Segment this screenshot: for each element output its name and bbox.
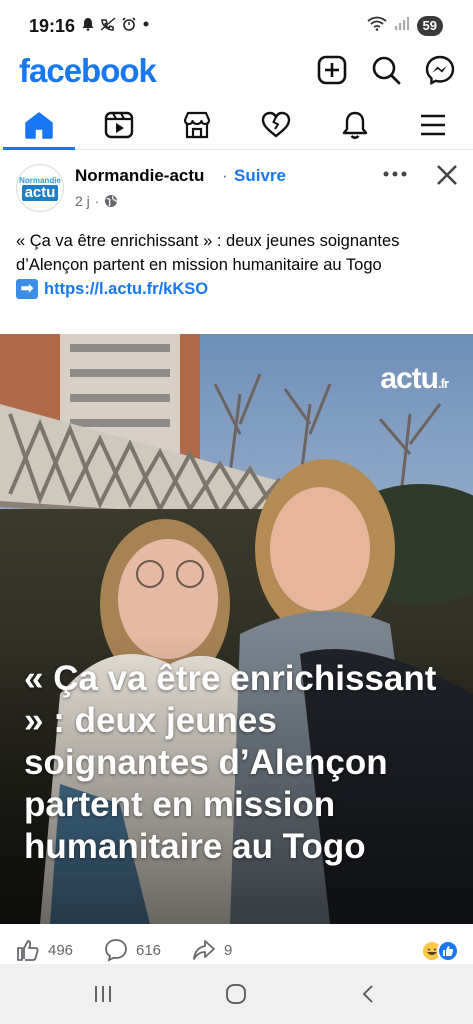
comment-button[interactable]: 616: [104, 938, 161, 962]
comment-count: 616: [136, 941, 162, 959]
post-header: Normandie actu Normandie-actu · Suivre 2…: [0, 158, 473, 220]
like-button[interactable]: 496: [16, 938, 73, 962]
avatar-label-bottom: actu: [21, 184, 59, 201]
search-icon: [372, 56, 401, 85]
status-time: 19:16: [29, 16, 76, 36]
search-button[interactable]: [370, 54, 402, 86]
hide-post-button[interactable]: [432, 160, 462, 190]
post-time[interactable]: 2 j: [75, 193, 90, 209]
thumbs-up-icon: [17, 940, 39, 961]
back-icon: [362, 985, 373, 1003]
page-name[interactable]: Normandie-actu: [75, 166, 204, 186]
post-caption: « Ça va être enrichissant » : deux jeune…: [16, 232, 400, 274]
tab-notifications[interactable]: [325, 102, 385, 148]
follow-button[interactable]: Suivre: [234, 166, 286, 186]
tab-menu[interactable]: [403, 102, 463, 148]
post-image[interactable]: actu.fr « Ça va être enrichissant » : de…: [0, 334, 473, 924]
video-icon: [104, 111, 134, 139]
post-text: « Ça va être enrichissant » : deux jeune…: [16, 229, 456, 301]
like-reaction-icon: [437, 940, 459, 962]
arrow-right-icon: ➡: [16, 279, 38, 299]
facebook-logo: facebook: [19, 52, 157, 89]
tab-dating[interactable]: [246, 102, 306, 148]
home-circle-icon: [226, 984, 246, 1004]
post-meta-separator: ·: [94, 193, 100, 209]
more-options-button[interactable]: [380, 162, 410, 186]
image-watermark: actu.fr: [380, 362, 449, 395]
create-post-button[interactable]: [316, 54, 348, 86]
comment-icon: [105, 939, 127, 962]
messenger-icon: [425, 55, 455, 85]
messenger-button[interactable]: [424, 54, 456, 86]
dot-icon: [142, 17, 150, 35]
plus-icon: [317, 55, 347, 85]
system-nav-bar: [0, 964, 473, 1024]
share-icon: [193, 940, 215, 960]
tab-marketplace[interactable]: [167, 102, 227, 148]
post-meta: 2 j ·: [75, 193, 118, 209]
alarm-icon: [122, 17, 136, 35]
signal-icon: [394, 15, 409, 36]
tab-home[interactable]: [9, 102, 69, 148]
menu-icon: [421, 114, 445, 136]
like-count: 496: [48, 941, 74, 959]
follow-separator: ·: [222, 166, 228, 185]
heart-icon: [261, 111, 291, 138]
home-button[interactable]: [216, 978, 256, 1010]
back-button[interactable]: [349, 978, 389, 1010]
tab-bar: [0, 102, 473, 150]
post-link[interactable]: https://l.actu.fr/kKSO: [44, 277, 208, 301]
share-button[interactable]: 9: [192, 938, 232, 962]
more-icon: [383, 171, 407, 177]
tab-video[interactable]: [89, 102, 149, 148]
avatar[interactable]: Normandie actu: [16, 164, 64, 212]
recents-icon: [95, 986, 111, 1002]
app-header: facebook: [0, 52, 473, 102]
recent-apps-button[interactable]: [83, 978, 123, 1010]
globe-icon: [105, 195, 118, 207]
close-icon: [437, 165, 457, 185]
home-icon: [25, 112, 53, 139]
wifi-icon: [366, 15, 387, 36]
share-count: 9: [224, 941, 233, 959]
status-bar: 19:16 59: [0, 0, 473, 52]
bell-icon: [342, 111, 368, 139]
battery-indicator: 59: [416, 15, 443, 36]
call-icon: [100, 17, 116, 35]
active-tab-indicator: [3, 147, 75, 150]
reaction-summary[interactable]: [421, 940, 459, 962]
marketplace-icon: [183, 111, 211, 139]
image-headline: « Ça va être enrichissant » : deux jeune…: [24, 659, 437, 866]
notification-bell-icon: [82, 17, 94, 35]
